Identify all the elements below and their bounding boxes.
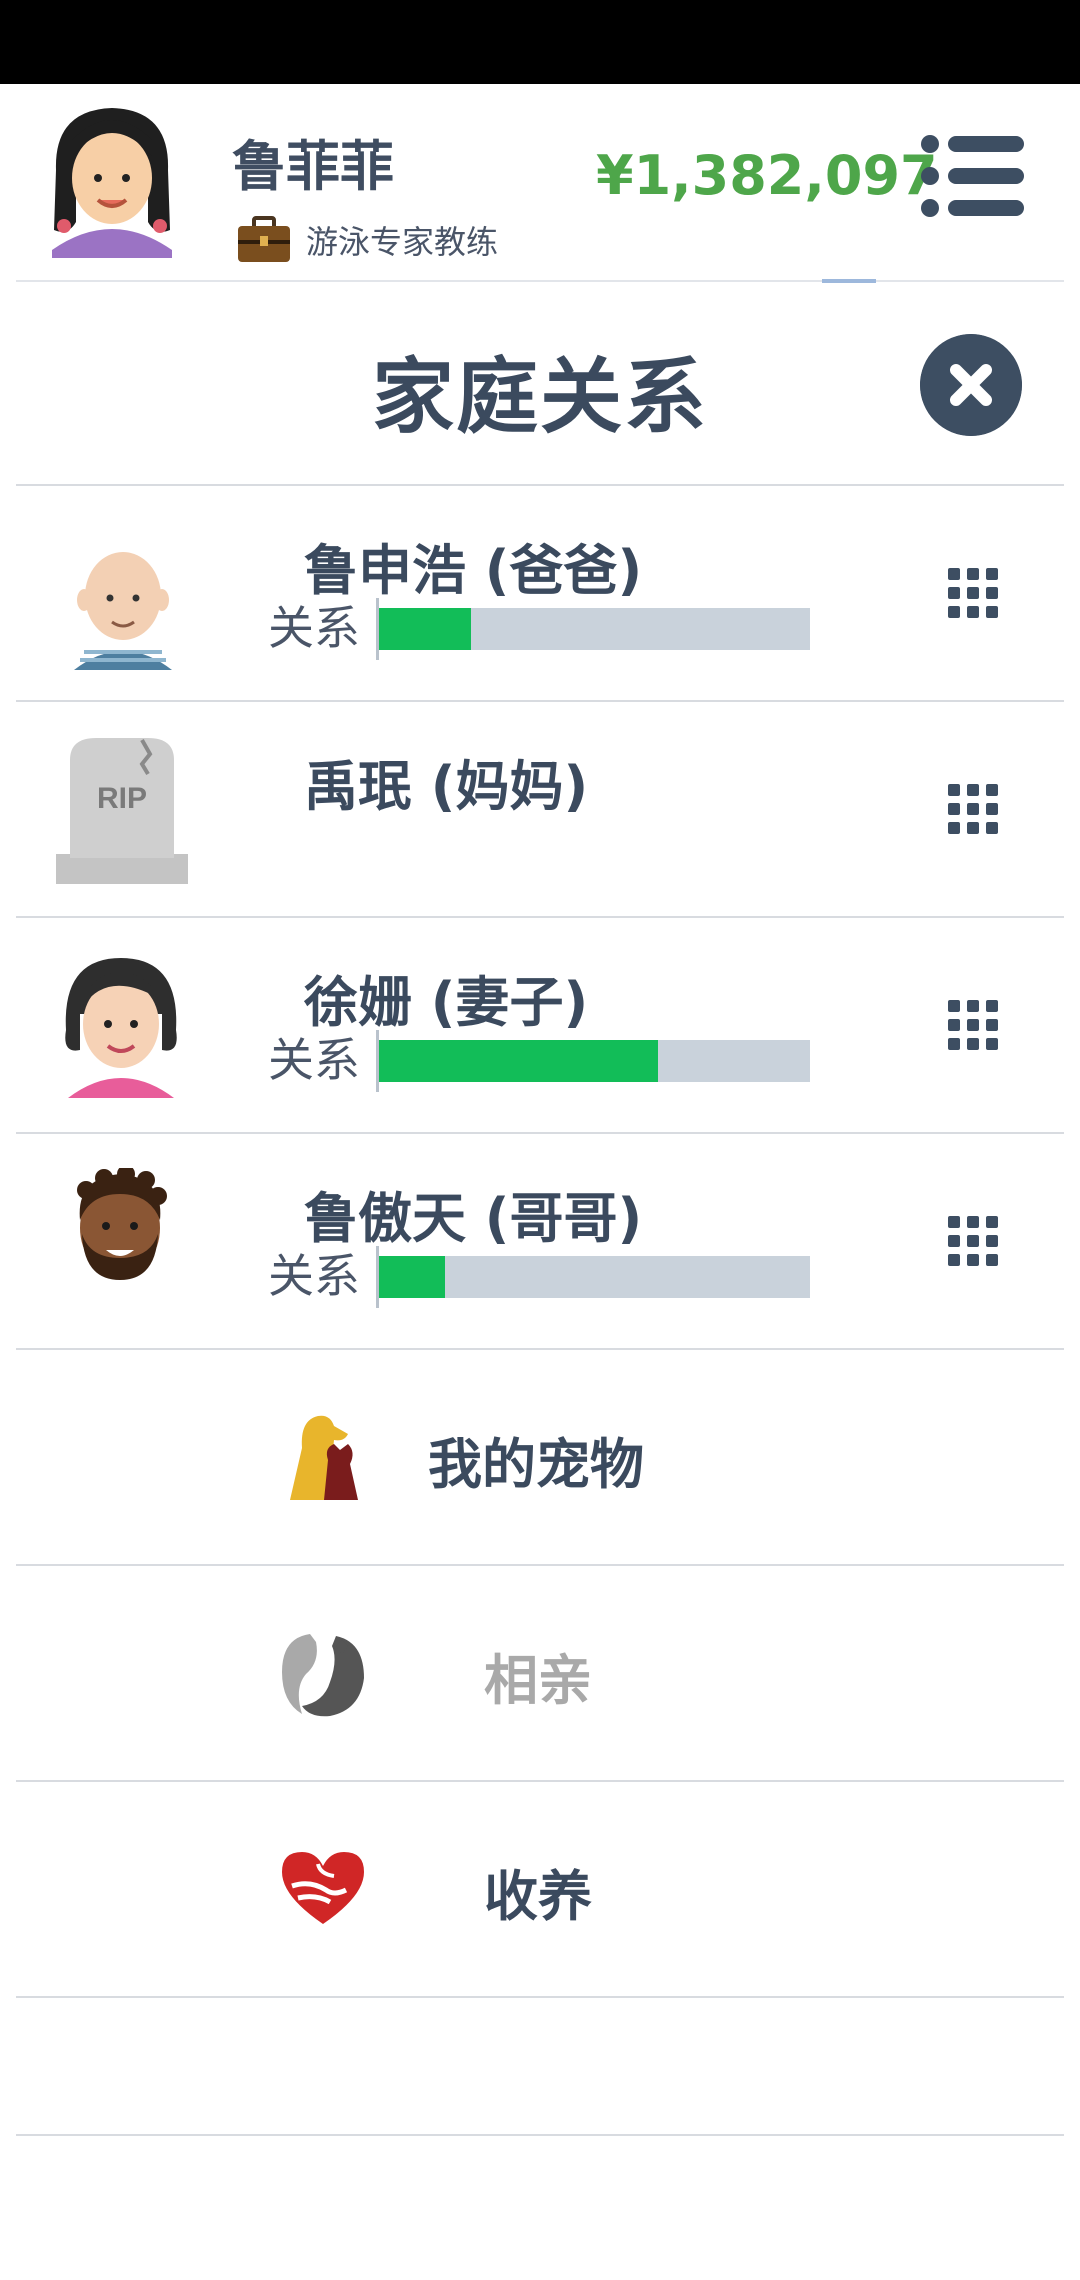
player-avatar[interactable] <box>44 100 180 258</box>
bar-tick <box>376 1030 379 1092</box>
pets-label: 我的宠物 <box>428 1433 644 1496</box>
money-balance: ¥1,382,097 <box>596 144 938 207</box>
family-member-row[interactable]: 鲁申浩 (爸爸) 关系 <box>0 486 1080 702</box>
header-divider <box>16 280 1064 282</box>
relationship-bar-fill <box>376 1256 446 1298</box>
dating-label: 相亲 <box>484 1649 592 1712</box>
brother-avatar <box>77 1168 167 1280</box>
player-name: 鲁菲菲 <box>232 135 394 198</box>
dog-cat-icon <box>290 1415 358 1500</box>
scroll-indicator <box>822 279 876 283</box>
divider <box>16 2134 1064 2136</box>
job-title: 游泳专家教练 <box>306 223 499 261</box>
relationship-label: 关系 <box>268 1249 360 1303</box>
relationship-bar-fill <box>376 608 472 650</box>
wife-avatar <box>65 958 177 1098</box>
player-job: 游泳专家教练 <box>236 212 498 268</box>
adopt-button[interactable]: 收养 <box>0 1782 1080 1998</box>
family-member-row[interactable]: RIP 禹珉 (妈妈) <box>0 702 1080 918</box>
tombstone-icon: RIP <box>56 738 188 884</box>
relationship-label: 关系 <box>268 601 360 655</box>
pets-button[interactable]: 我的宠物 <box>0 1350 1080 1566</box>
family-member-row[interactable]: 鲁傲天 (哥哥) 关系 <box>0 1134 1080 1350</box>
family-member-row[interactable]: 徐姗 (妻子) 关系 <box>0 918 1080 1134</box>
relationship-bar-fill <box>376 1040 659 1082</box>
relationship-bar <box>376 1040 810 1082</box>
hamburger-icon[interactable] <box>920 134 1024 218</box>
close-icon[interactable] <box>920 334 1022 436</box>
grid-dots-icon[interactable] <box>948 568 998 618</box>
member-name: 禹珉 (妈妈) <box>304 755 589 818</box>
relationship-bar <box>376 608 810 650</box>
heart-hands-icon <box>282 1852 364 1924</box>
status-bar <box>0 0 1080 84</box>
bar-tick <box>376 1246 379 1308</box>
grid-dots-icon[interactable] <box>948 1216 998 1266</box>
relationship-bar <box>376 1256 810 1298</box>
father-avatar <box>74 552 172 670</box>
dating-button[interactable]: 相亲 <box>0 1566 1080 1782</box>
grid-dots-icon[interactable] <box>948 784 998 834</box>
adopt-label: 收养 <box>484 1865 592 1928</box>
bar-tick <box>376 598 379 660</box>
couple-icon <box>282 1634 364 1717</box>
briefcase-icon <box>238 216 290 262</box>
divider <box>16 1996 1064 1998</box>
tombstone-text: RIP <box>97 782 147 815</box>
grid-dots-icon[interactable] <box>948 1000 998 1050</box>
relationship-label: 关系 <box>268 1033 360 1087</box>
page-title: 家庭关系 <box>371 350 708 445</box>
player-header: 鲁菲菲 游泳专家教练 ¥1,382,097 <box>0 84 1080 280</box>
